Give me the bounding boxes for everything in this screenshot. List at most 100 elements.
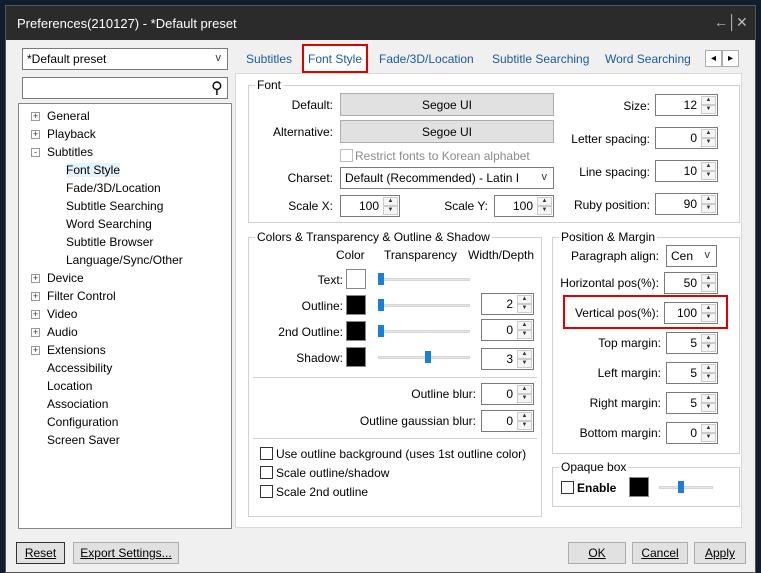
spin-up-icon[interactable]: ▲ xyxy=(701,304,716,313)
charset-dropdown[interactable]: Default (Recommended) - Latin I v xyxy=(340,167,554,189)
opaque-level-thumb[interactable] xyxy=(678,481,685,493)
expand-icon[interactable]: + xyxy=(31,346,40,355)
tab-font-style[interactable]: Font Style xyxy=(302,44,368,73)
tree-item[interactable]: Screen Saver xyxy=(47,433,120,447)
opaque-enable-checkbox[interactable] xyxy=(561,481,574,494)
apply-button[interactable]: Apply xyxy=(694,542,746,564)
tab-subtitles[interactable]: Subtitles xyxy=(246,52,292,66)
second-outline-width-spinner[interactable]: 0 ▲ ▼ xyxy=(481,319,534,341)
horizontal-pos-spinner[interactable]: 50 ▲ ▼ xyxy=(664,272,718,294)
left-margin-spinner[interactable]: 5 ▲ ▼ xyxy=(666,362,718,384)
spin-up-icon[interactable]: ▲ xyxy=(517,350,532,359)
reset-button[interactable]: Reset xyxy=(16,542,65,564)
outline-blur-spinner[interactable]: 0 ▲ ▼ xyxy=(481,383,534,405)
tab-scroll-left-button[interactable]: ◂ xyxy=(705,50,722,67)
letter-spacing-spinner[interactable]: 0 ▲ ▼ xyxy=(655,127,718,149)
spin-down-icon[interactable]: ▼ xyxy=(701,204,716,213)
spin-down-icon[interactable]: ▼ xyxy=(701,283,716,292)
spin-down-icon[interactable]: ▼ xyxy=(537,206,552,215)
size-spinner[interactable]: 12 ▲ ▼ xyxy=(655,94,718,116)
export-settings-button[interactable]: Export Settings... xyxy=(73,542,179,564)
expand-icon[interactable]: + xyxy=(31,292,40,301)
settings-tree[interactable]: + General + Playback - Subtitles Font Style Fad… xyxy=(18,103,232,529)
spin-up-icon[interactable]: ▲ xyxy=(701,195,716,204)
text-color-swatch[interactable] xyxy=(346,269,366,289)
outline-transparency-slider[interactable] xyxy=(378,304,470,307)
scale-x-spinner[interactable]: 100 ▲ ▼ xyxy=(340,195,400,217)
shadow-transparency-thumb[interactable] xyxy=(425,351,432,363)
spin-down-icon[interactable]: ▼ xyxy=(701,105,716,114)
tree-item[interactable]: Device xyxy=(47,271,84,285)
spin-down-icon[interactable]: ▼ xyxy=(517,421,532,430)
cancel-button[interactable]: Cancel xyxy=(632,542,688,564)
tab-fade-3d-location[interactable]: Fade/3D/Location xyxy=(379,52,474,66)
shadow-transparency-slider[interactable] xyxy=(378,356,470,359)
ok-button[interactable]: OK xyxy=(568,542,626,564)
spin-up-icon[interactable]: ▲ xyxy=(517,295,532,304)
tree-item[interactable]: Subtitle Searching xyxy=(66,199,163,213)
second-outline-transparency-slider[interactable] xyxy=(378,330,470,333)
tree-item[interactable]: Configuration xyxy=(47,415,118,429)
expand-icon[interactable]: + xyxy=(31,112,40,121)
tree-item[interactable]: Location xyxy=(47,379,92,393)
spin-down-icon[interactable]: ▼ xyxy=(517,330,532,339)
spin-up-icon[interactable]: ▲ xyxy=(701,334,716,343)
spin-up-icon[interactable]: ▲ xyxy=(701,162,716,171)
outline-color-swatch[interactable] xyxy=(346,295,366,315)
spin-up-icon[interactable]: ▲ xyxy=(517,412,532,421)
paragraph-align-dropdown[interactable]: Cen v xyxy=(666,245,717,267)
second-outline-transparency-thumb[interactable] xyxy=(378,325,384,337)
bottom-margin-spinner[interactable]: 0 ▲ ▼ xyxy=(666,422,718,444)
text-transparency-slider[interactable] xyxy=(378,278,470,281)
preset-dropdown[interactable]: *Default preset v xyxy=(22,48,228,70)
spin-down-icon[interactable]: ▼ xyxy=(701,403,716,412)
opaque-color-swatch[interactable] xyxy=(629,477,649,497)
tree-item[interactable]: Extensions xyxy=(47,343,106,357)
tab-subtitle-searching[interactable]: Subtitle Searching xyxy=(492,52,589,66)
scale-y-spinner[interactable]: 100 ▲ ▼ xyxy=(494,195,554,217)
default-font-button[interactable]: Segoe UI xyxy=(340,93,554,116)
shadow-depth-spinner[interactable]: 3 ▲ ▼ xyxy=(481,348,534,370)
tree-item[interactable]: Font Style xyxy=(66,163,121,177)
tree-item[interactable]: Playback xyxy=(47,127,96,141)
tree-item[interactable]: Video xyxy=(47,307,77,321)
top-margin-spinner[interactable]: 5 ▲ ▼ xyxy=(666,332,718,354)
expand-icon[interactable]: + xyxy=(31,130,40,139)
use-outline-background-checkbox[interactable] xyxy=(260,447,273,460)
spin-up-icon[interactable]: ▲ xyxy=(517,385,532,394)
tree-item[interactable]: Filter Control xyxy=(47,289,116,303)
tree-item[interactable]: General xyxy=(47,109,90,123)
tree-item[interactable]: Subtitles xyxy=(47,145,93,159)
spin-up-icon[interactable]: ▲ xyxy=(383,197,398,206)
spin-down-icon[interactable]: ▼ xyxy=(517,304,532,313)
tab-word-searching[interactable]: Word Searching xyxy=(605,52,691,66)
spin-up-icon[interactable]: ▲ xyxy=(701,274,716,283)
restrict-korean-checkbox[interactable] xyxy=(340,149,353,162)
ruby-position-spinner[interactable]: 90 ▲ ▼ xyxy=(655,193,718,215)
tab-scroll-right-button[interactable]: ▸ xyxy=(722,50,739,67)
scale-outline-shadow-checkbox[interactable] xyxy=(260,466,273,479)
search-icon[interactable]: ⚲ xyxy=(211,78,223,98)
opaque-level-slider[interactable] xyxy=(659,486,713,489)
spin-down-icon[interactable]: ▼ xyxy=(701,138,716,147)
tree-item[interactable]: Association xyxy=(47,397,108,411)
alternative-font-button[interactable]: Segoe UI xyxy=(340,120,554,143)
tree-item[interactable]: Accessibility xyxy=(47,361,112,375)
spin-down-icon[interactable]: ▼ xyxy=(701,313,716,322)
spin-up-icon[interactable]: ▲ xyxy=(537,197,552,206)
pin-icon[interactable]: ←│ xyxy=(714,14,737,30)
tree-item[interactable]: Word Searching xyxy=(66,217,152,231)
expand-icon[interactable]: + xyxy=(31,328,40,337)
tree-item[interactable]: Fade/3D/Location xyxy=(66,181,161,195)
spin-down-icon[interactable]: ▼ xyxy=(517,359,532,368)
collapse-icon[interactable]: - xyxy=(31,148,40,157)
spin-up-icon[interactable]: ▲ xyxy=(701,129,716,138)
spin-up-icon[interactable]: ▲ xyxy=(701,394,716,403)
spin-down-icon[interactable]: ▼ xyxy=(701,433,716,442)
outline-transparency-thumb[interactable] xyxy=(378,299,384,311)
tree-item[interactable]: Subtitle Browser xyxy=(66,235,153,249)
expand-icon[interactable]: + xyxy=(31,310,40,319)
spin-up-icon[interactable]: ▲ xyxy=(517,321,532,330)
scale-second-outline-checkbox[interactable] xyxy=(260,485,273,498)
spin-up-icon[interactable]: ▲ xyxy=(701,424,716,433)
